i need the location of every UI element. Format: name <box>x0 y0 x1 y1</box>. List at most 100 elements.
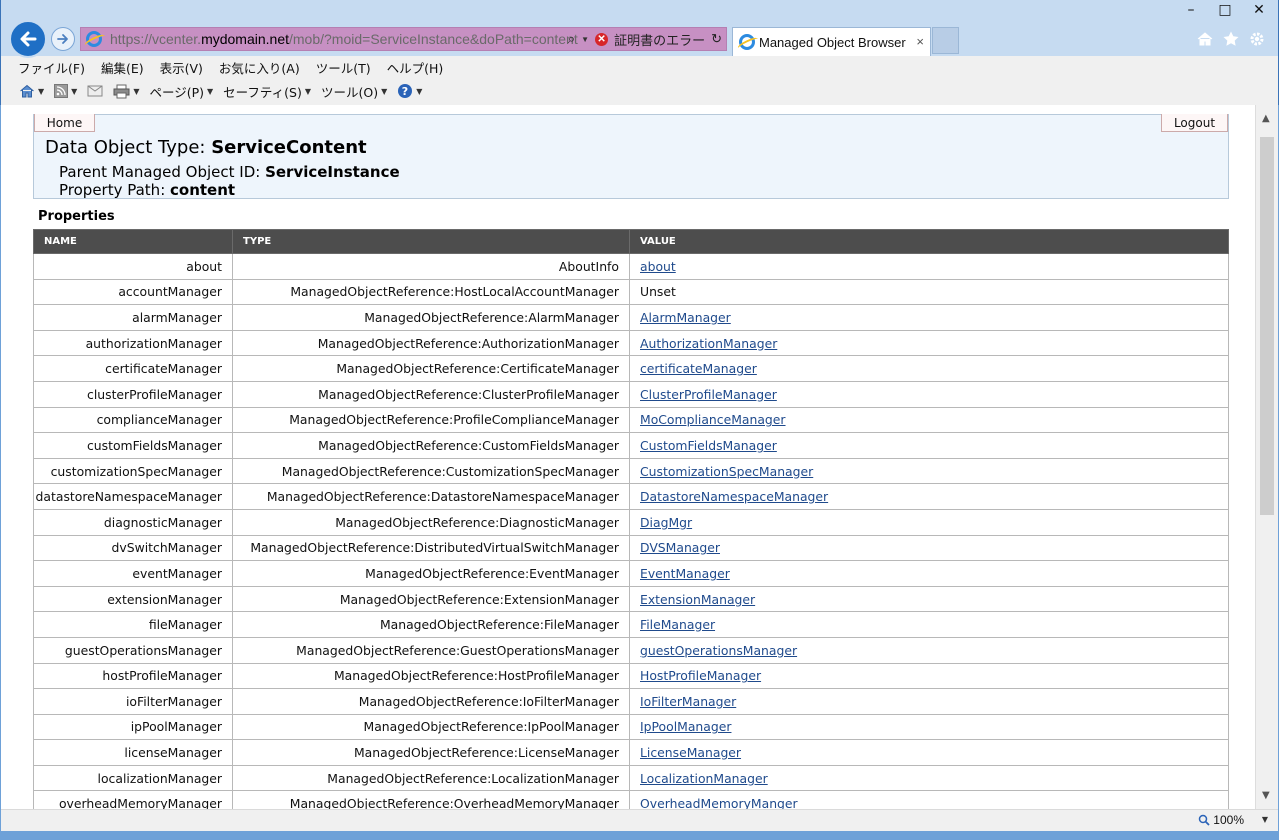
column-header-value: VALUE <box>629 229 1229 254</box>
table-row: hostProfileManager ManagedObjectReference… <box>33 662 1229 690</box>
home-icon[interactable] <box>1196 30 1214 48</box>
property-name-cell: localizationManager <box>33 764 233 792</box>
property-type-cell: ManagedObjectReference:LocalizationManag… <box>232 764 630 792</box>
cmd-print-button[interactable]: ▼ <box>113 84 139 99</box>
property-value-link[interactable]: ClusterProfileManager <box>640 387 777 402</box>
property-value-link[interactable]: LicenseManager <box>640 745 741 760</box>
chevron-down-icon: ▼ <box>416 86 423 96</box>
property-value-link[interactable]: ExtensionManager <box>640 592 755 607</box>
ie-page-icon <box>86 31 102 47</box>
property-type-cell: ManagedObjectReference:AlarmManager <box>232 304 630 331</box>
property-value-link[interactable]: HostProfileManager <box>640 668 761 683</box>
property-name-cell: diagnosticManager <box>33 508 233 536</box>
property-value-link[interactable]: AuthorizationManager <box>640 336 777 351</box>
tab-managed-object-browser[interactable]: Managed Object Browser × <box>732 27 931 56</box>
menu-edit[interactable]: 編集(E) <box>101 58 144 77</box>
menu-view[interactable]: 表示(V) <box>160 58 203 77</box>
menu-favorites[interactable]: お気に入り(A) <box>219 58 300 77</box>
table-row: eventManager ManagedObjectReference:Event… <box>33 560 1229 587</box>
property-value-link[interactable]: MoComplianceManager <box>640 412 786 427</box>
property-value-link[interactable]: FileManager <box>640 617 715 632</box>
maximize-button[interactable]: □ <box>1214 2 1236 18</box>
forward-button[interactable] <box>51 27 75 51</box>
property-value-link[interactable]: DiagMgr <box>640 515 692 530</box>
logout-link[interactable]: Logout <box>1161 114 1228 132</box>
vertical-scrollbar[interactable]: ▲ ▼ <box>1255 105 1278 809</box>
property-value-link[interactable]: EventManager <box>640 566 730 581</box>
arrow-left-icon <box>20 31 37 47</box>
search-icon[interactable]: ⌕ <box>568 31 575 47</box>
property-type-cell: ManagedObjectReference:FileManager <box>232 611 630 638</box>
column-header-name: NAME <box>33 229 233 254</box>
property-value-link[interactable]: AlarmManager <box>640 310 731 325</box>
cmd-page-menu[interactable]: ページ(P) ▼ <box>149 82 213 101</box>
property-name-cell: customizationSpecManager <box>33 457 233 485</box>
rss-feed-icon <box>54 84 69 98</box>
new-tab-button[interactable] <box>932 27 959 54</box>
property-value-link[interactable]: IoFilterManager <box>640 694 736 709</box>
refresh-icon[interactable]: ↻ <box>711 31 722 47</box>
property-value-cell: AlarmManager <box>629 304 1229 331</box>
property-type-cell: AboutInfo <box>232 253 630 280</box>
property-value-link[interactable]: CustomFieldsManager <box>640 438 777 453</box>
settings-gear-icon[interactable] <box>1248 30 1266 48</box>
scroll-up-arrow-icon[interactable]: ▲ <box>1262 113 1270 124</box>
address-url[interactable]: https://vcenter.mydomain.net/mob/?moid=S… <box>110 31 578 47</box>
home-link[interactable]: Home <box>34 114 95 132</box>
address-bar[interactable]: https://vcenter.mydomain.net/mob/?moid=S… <box>80 27 727 51</box>
close-window-button[interactable]: ✕ <box>1248 2 1270 18</box>
scroll-down-arrow-icon[interactable]: ▼ <box>1262 790 1270 801</box>
help-icon: ? <box>398 84 413 98</box>
property-type-cell: ManagedObjectReference:HostLocalAccountM… <box>232 278 630 306</box>
cmd-help-button[interactable]: ? ▼ <box>397 83 422 99</box>
menu-help[interactable]: ヘルプ(H) <box>387 58 444 77</box>
window-controls: – □ ✕ <box>1180 2 1270 18</box>
cmd-safety-menu[interactable]: セーフティ(S) ▼ <box>223 82 311 101</box>
cert-error-icon[interactable]: ✕ <box>595 32 609 46</box>
cmd-feeds-button[interactable]: ▼ <box>54 84 77 98</box>
property-name-cell: eventManager <box>33 560 233 587</box>
property-value-cell: CustomizationSpecManager <box>629 457 1229 485</box>
zoom-control[interactable]: 100% <box>1198 813 1244 827</box>
property-value-link[interactable]: LocalizationManager <box>640 771 768 786</box>
property-name-cell: licenseManager <box>33 739 233 766</box>
table-row: ipPoolManager ManagedObjectReference:IpPo… <box>33 713 1229 741</box>
search-dropdown-icon[interactable]: ▼ <box>581 35 589 44</box>
property-value-cell: FileManager <box>629 611 1229 638</box>
property-name-cell: accountManager <box>33 278 233 306</box>
property-value-cell: DVSManager <box>629 534 1229 562</box>
tab-close-icon[interactable]: × <box>916 34 924 49</box>
table-row: accountManager ManagedObjectReference:Hos… <box>33 278 1229 306</box>
back-button[interactable] <box>9 20 47 58</box>
favorites-star-icon[interactable] <box>1222 30 1240 48</box>
property-type-cell: ManagedObjectReference:IoFilterManager <box>232 688 630 715</box>
property-value-cell: IoFilterManager <box>629 688 1229 715</box>
table-row: extensionManager ManagedObjectReference:E… <box>33 585 1229 613</box>
property-value-link[interactable]: certificateManager <box>640 361 757 376</box>
cmd-tools-menu[interactable]: ツール(O) ▼ <box>321 82 387 101</box>
property-value-link[interactable]: CustomizationSpecManager <box>640 464 813 479</box>
minimize-button[interactable]: – <box>1180 2 1202 18</box>
read-mail-icon[interactable] <box>87 84 103 98</box>
property-value-link[interactable]: DatastoreNamespaceManager <box>640 489 828 504</box>
property-name-cell: overheadMemoryManager <box>33 790 233 809</box>
property-type-cell: ManagedObjectReference:ProfileCompliance… <box>232 406 630 434</box>
page-content: Home Logout Data Object Type: ServiceCon… <box>1 105 1255 809</box>
scrollbar-thumb[interactable] <box>1260 137 1274 515</box>
property-value-link[interactable]: IpPoolManager <box>640 719 731 734</box>
property-name-cell: customFieldsManager <box>33 432 233 459</box>
cert-error-label[interactable]: 証明書のエラー <box>614 30 705 49</box>
cmd-home-button[interactable]: ▼ <box>19 83 44 99</box>
menu-file[interactable]: ファイル(F) <box>18 58 85 77</box>
table-row: about AboutInfo about <box>33 253 1229 280</box>
menu-tools[interactable]: ツール(T) <box>316 58 371 77</box>
table-row: dvSwitchManager ManagedObjectReference:Di… <box>33 534 1229 562</box>
property-value-link[interactable]: OverheadMemoryManger <box>640 796 798 809</box>
property-value-cell: DiagMgr <box>629 508 1229 536</box>
zoom-dropdown-icon[interactable]: ▼ <box>1262 815 1268 824</box>
property-value-link[interactable]: DVSManager <box>640 540 720 555</box>
property-value-link[interactable]: guestOperationsManager <box>640 643 797 658</box>
window-bottom-border <box>0 831 1279 840</box>
property-value-cell: AuthorizationManager <box>629 329 1229 357</box>
property-value-link[interactable]: about <box>640 259 676 274</box>
